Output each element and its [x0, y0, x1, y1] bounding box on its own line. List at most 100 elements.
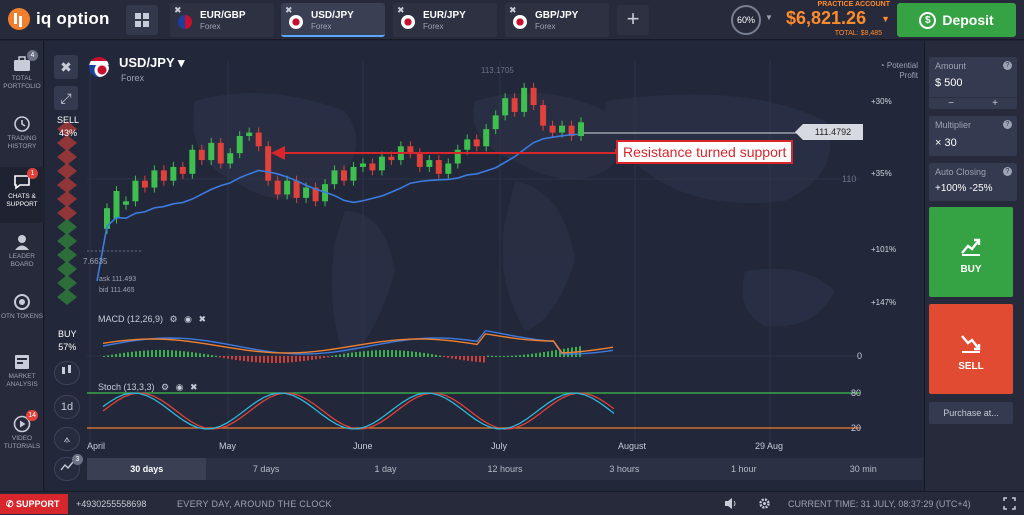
auto-closing-value[interactable]: +100% -25%	[935, 183, 993, 194]
timeframe-7-days[interactable]: 7 days	[206, 458, 325, 480]
volume-icon[interactable]	[724, 497, 737, 510]
close-icon[interactable]: ✖	[174, 5, 182, 16]
macd-histogram-bar	[123, 352, 125, 357]
auto-closing-field[interactable]: Auto Closing ? +100% -25%	[929, 163, 1017, 201]
macd-histogram-bar	[391, 350, 393, 357]
add-tab-button[interactable]: +	[617, 5, 649, 35]
expand-tool-button[interactable]: ⤢	[54, 86, 78, 110]
macd-histogram-bar	[543, 352, 545, 357]
sidebar-item-label: OTN TOKENS	[0, 313, 44, 320]
macd-histogram-bar	[267, 356, 269, 363]
macd-histogram-bar	[475, 356, 477, 362]
settings-icon[interactable]	[758, 497, 771, 510]
close-icon[interactable]: ✖	[285, 5, 293, 16]
deposit-button[interactable]: $ Deposit	[897, 3, 1016, 37]
macd-histogram-bar	[551, 350, 553, 357]
macd-histogram-bar	[143, 350, 145, 357]
close-chart-button[interactable]: ✖	[54, 55, 78, 79]
tab-gbp-jpy[interactable]: ✖ GBP/JPY Forex	[505, 3, 609, 37]
macd-histogram-bar	[403, 350, 405, 357]
drawing-tool-button[interactable]: ⟑	[54, 427, 80, 451]
sidebar-item-portfolio[interactable]: 4 TOTAL PORTFOLIO	[0, 49, 44, 105]
timeframe-1-hour[interactable]: 1 hour	[684, 458, 803, 480]
chevron-down-icon[interactable]: ▼	[765, 13, 773, 22]
timeframe-30-days[interactable]: 30 days	[87, 458, 207, 480]
macd-histogram-bar	[207, 354, 209, 357]
macd-histogram-bar	[115, 354, 117, 357]
help-icon: ◔	[879, 61, 885, 70]
sidebar-item-leaderboard[interactable]: LEADER BOARD	[0, 227, 44, 283]
close-icon[interactable]: ✖	[190, 382, 198, 392]
macd-histogram-bar	[455, 356, 457, 360]
purchase-at-button[interactable]: Purchase at...	[929, 402, 1013, 424]
payout-percent[interactable]: 60%	[731, 5, 761, 35]
tab-kind: Forex	[311, 22, 332, 31]
sidebar-item-otn[interactable]: OTN TOKENS	[0, 287, 44, 343]
help-icon[interactable]: ?	[1003, 120, 1012, 129]
stoch-label[interactable]: Stoch (13,3,3) ⚙ ◉ ✖	[98, 382, 198, 393]
macd-histogram-bar	[487, 355, 489, 357]
all-assets-button[interactable]	[126, 5, 158, 35]
macd-histogram-bar	[459, 356, 461, 360]
macd-histogram-bar	[363, 351, 365, 357]
macd-histogram-bar	[555, 350, 557, 357]
chart-area[interactable]: ✖ ⤢ USD/JPY ▾ Forex SELL 43% BUY 57% 1d …	[45, 41, 924, 491]
macd-histogram-bar	[367, 350, 369, 357]
logo[interactable]: iq option	[8, 8, 110, 30]
macd-histogram-bar	[379, 350, 381, 357]
support-phone[interactable]: +4930255558698	[76, 499, 146, 509]
price-chart[interactable]	[45, 41, 924, 491]
macd-histogram-bar	[135, 351, 137, 357]
macd-histogram-bar	[239, 356, 241, 361]
tab-eur-gbp[interactable]: ✖ EUR/GBP Forex	[170, 3, 274, 37]
profit-level: +101%	[871, 245, 897, 254]
sentiment-mark	[57, 247, 77, 263]
flag-icon	[89, 57, 109, 77]
chart-type-button[interactable]	[54, 361, 80, 385]
macd-histogram-bar	[483, 356, 485, 363]
sidebar-item-video[interactable]: 14 VIDEO TUTORIALS	[0, 409, 44, 465]
asset-title[interactable]: USD/JPY ▾	[119, 55, 185, 71]
close-icon[interactable]: ✖	[199, 314, 207, 324]
account-balance[interactable]: PRACTICE ACCOUNT $6,821.26 ▼ TOTAL: $8,4…	[786, 0, 890, 40]
macd-histogram-bar	[371, 350, 373, 357]
eye-icon[interactable]: ◉	[184, 314, 192, 324]
timeframe-12-hours[interactable]: 12 hours	[445, 458, 564, 480]
timeframe-30-min[interactable]: 30 min	[804, 458, 923, 480]
fullscreen-icon[interactable]	[1003, 497, 1016, 510]
stoch-level-20: 20	[851, 423, 862, 433]
timeframe-1-day[interactable]: 1 day	[326, 458, 445, 480]
multiplier-field[interactable]: Multiplier ? × 30	[929, 116, 1017, 156]
multiplier-value[interactable]: × 30	[935, 137, 957, 149]
sidebar-item-market-analysis[interactable]: MARKET ANALYSIS	[0, 347, 44, 403]
sell-button[interactable]: SELL	[929, 304, 1013, 394]
indicators-button[interactable]: 3	[54, 454, 83, 481]
timeframe-3-hours[interactable]: 3 hours	[565, 458, 684, 480]
macd-label[interactable]: MACD (12,26,9) ⚙ ◉ ✖	[98, 314, 206, 325]
help-icon[interactable]: ?	[1003, 61, 1012, 70]
help-icon[interactable]: ?	[1003, 167, 1012, 176]
timeframe-button[interactable]: 1d	[54, 395, 80, 419]
macd-histogram-bar	[319, 356, 321, 359]
amount-field[interactable]: Amount ? $ 500 − +	[929, 57, 1017, 109]
sidebar-item-history[interactable]: TRADING HISTORY	[0, 109, 44, 165]
tab-eur-jpy[interactable]: ✖ EUR/JPY Forex	[393, 3, 497, 37]
sidebar: 4 TOTAL PORTFOLIO TRADING HISTORY 1 CHAT…	[0, 41, 44, 491]
sell-label: SELL	[958, 361, 984, 372]
close-icon[interactable]: ✖	[509, 5, 517, 16]
settings-icon[interactable]: ⚙	[161, 382, 169, 392]
close-icon[interactable]: ✖	[397, 5, 405, 16]
amount-value[interactable]: $ 500	[935, 77, 963, 89]
sidebar-item-chats[interactable]: 1 CHATS & SUPPORT	[0, 167, 44, 223]
settings-icon[interactable]: ⚙	[170, 314, 178, 324]
ask-price: ask 111.493	[99, 276, 137, 283]
increase-amount-button[interactable]: +	[973, 98, 1017, 109]
eye-icon[interactable]: ◉	[176, 382, 184, 392]
current-time: CURRENT TIME: 31 JULY, 08:37:29 (UTC+4)	[788, 499, 971, 509]
decrease-amount-button[interactable]: −	[929, 98, 973, 109]
tab-usd-jpy[interactable]: ✖ USD/JPY Forex	[281, 3, 385, 37]
macd-histogram-bar	[519, 355, 521, 357]
macd-histogram-bar	[515, 355, 517, 357]
buy-button[interactable]: BUY	[929, 207, 1013, 297]
support-button[interactable]: ✆ SUPPORT	[0, 494, 68, 514]
